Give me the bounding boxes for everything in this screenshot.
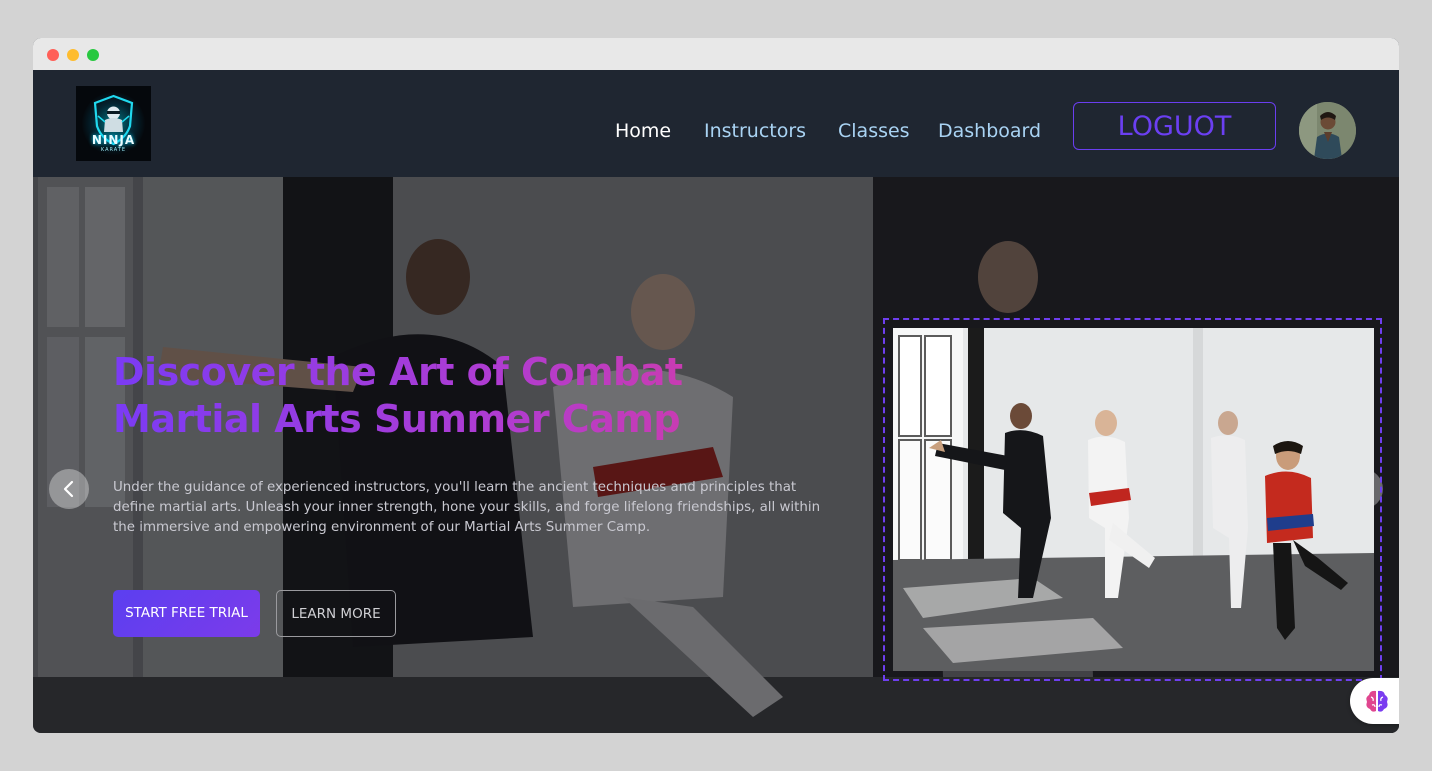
maximize-window-button[interactable] (87, 49, 99, 61)
martial-arts-class-photo (893, 328, 1374, 671)
learn-more-button[interactable]: LEARN MORE (276, 590, 396, 637)
browser-window: NINJA KARATE Home Instructors Classes Da… (33, 38, 1399, 733)
hero-title-line1: Discover the Art of Combat (113, 350, 683, 394)
site-logo[interactable]: NINJA KARATE (76, 86, 151, 161)
hero-image-frame (883, 318, 1382, 681)
logo-text: NINJA (91, 133, 136, 147)
hero-section: Discover the Art of Combat Martial Arts … (33, 177, 1399, 733)
brain-icon (1366, 690, 1388, 712)
chevron-left-icon (63, 480, 74, 498)
top-navbar: NINJA KARATE Home Instructors Classes Da… (33, 70, 1399, 177)
start-free-trial-button[interactable]: START FREE TRIAL (113, 590, 260, 637)
nav-link-home[interactable]: Home (615, 120, 671, 142)
hero-title-line2: Martial Arts Summer Camp (113, 397, 681, 441)
avatar-person-icon (1299, 102, 1356, 159)
close-window-button[interactable] (47, 49, 59, 61)
logout-button[interactable]: LOGUOT (1073, 102, 1276, 150)
floating-assistant-button[interactable] (1350, 678, 1399, 724)
hero-description: Under the guidance of experienced instru… (113, 480, 821, 535)
hero-title: Discover the Art of Combat Martial Arts … (113, 349, 813, 443)
logo-subtext: KARATE (100, 147, 127, 153)
nav-link-classes[interactable]: Classes (838, 120, 910, 142)
class-photo-illustration (893, 328, 1374, 671)
window-titlebar (33, 38, 1399, 70)
nav-link-dashboard[interactable]: Dashboard (938, 120, 1041, 142)
nav-link-instructors[interactable]: Instructors (704, 120, 806, 142)
user-avatar[interactable] (1299, 102, 1356, 159)
minimize-window-button[interactable] (67, 49, 79, 61)
carousel-prev-button[interactable] (49, 469, 89, 509)
